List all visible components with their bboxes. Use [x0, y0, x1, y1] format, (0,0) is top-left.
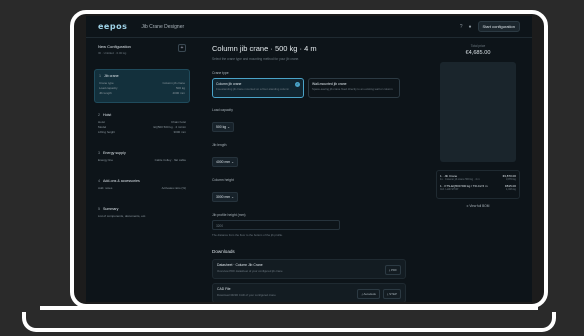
step-number: 2: [98, 113, 100, 117]
check-icon: ✓: [295, 82, 300, 87]
step-number: 5: [98, 207, 100, 211]
summary-panel: Total price €4,685.00 1 · Jib Crane €3,87…: [430, 44, 526, 254]
chevron-down-icon: ⌄: [227, 125, 230, 129]
account-icon[interactable]: ●: [469, 24, 472, 30]
jib-length-label: Jib length: [212, 143, 227, 147]
sidebar-step-energy-supply[interactable]: 3 Energy supply Energy line Cable trolley …: [94, 147, 190, 169]
sidebar-step-jib-crane[interactable]: 1 Jib crane Crane type Column jib crane Lo…: [94, 69, 190, 103]
column-height-label: Column height: [212, 178, 234, 182]
download-autodesk-button[interactable]: ⤓ Autodesk: [357, 289, 380, 299]
select-value: 500 kg: [216, 125, 227, 129]
app-screen: eepos Jib Crane Designer ? ● Start confi…: [86, 16, 532, 302]
total-price: €4,685.00: [465, 50, 491, 56]
select-value: 3000 mm: [216, 195, 231, 199]
load-capacity-select[interactable]: 500 kg ⌄: [212, 122, 234, 132]
option-title: Wall-mounted jib crane: [312, 82, 347, 86]
load-capacity-label: Load capacity: [212, 108, 233, 112]
new-configuration-title: New Configuration: [98, 44, 131, 49]
profile-height-input[interactable]: 3200: [212, 220, 340, 230]
crane-3d-preview[interactable]: [440, 62, 516, 162]
column-height-select[interactable]: 3000 mm ⌄: [212, 192, 238, 202]
add-configuration-button[interactable]: +: [178, 44, 186, 52]
downloads-title: Downloads: [212, 249, 235, 254]
download-pdf-button[interactable]: ⤓ PDF: [384, 265, 401, 275]
step-detail-row: Add. notes Activates ratio (%): [98, 186, 186, 190]
step-number: 4: [98, 179, 100, 183]
download-datasheet: Datasheet · Column Jib Crane Overview PD…: [212, 259, 406, 279]
bom-item-detail: Incl. LHD STOP 1,026 kg: [440, 188, 516, 192]
step-detail-row: Jib length 4000 mm: [99, 91, 185, 95]
select-value: 4000 mm: [216, 160, 231, 164]
configuration-sidebar: New Configuration ID · Untitled · 0.00 k…: [94, 44, 190, 294]
step-title: Add-ons & accessories: [103, 179, 140, 183]
laptop-base: [22, 312, 556, 332]
main-panel: Column jib crane · 500 kg · 4 m Select t…: [212, 44, 412, 302]
option-column-jib-crane[interactable]: Column jib crane Freestanding jib crane …: [212, 78, 304, 98]
download-cad: CAD File Download 3D/2D CAD of your conf…: [212, 283, 406, 302]
new-configuration-header: New Configuration ID · Untitled · 0.00 k…: [98, 44, 186, 55]
step-detail-row: Lifting height 3000 mm: [98, 130, 186, 134]
step-title: Hoist: [103, 113, 112, 117]
option-wall-mounted-jib-crane[interactable]: Wall-mounted jib crane Space-saving jib …: [308, 78, 400, 98]
option-title: Column jib crane: [216, 82, 242, 86]
view-full-bom-label: View full BOM: [469, 203, 490, 208]
step-detail-row: Energy line Cable trolley · flat cable: [98, 158, 186, 162]
page-subtitle: Select the crane type and mounting metho…: [212, 57, 300, 61]
step-title: Summary: [103, 207, 119, 211]
profile-height-label: Jib profile height (mm): [212, 213, 246, 217]
chevron-down-icon: ⌄: [231, 160, 234, 164]
total-price-label: Total price: [470, 44, 486, 48]
sidebar-step-addons[interactable]: 4 Add-ons & accessories Add. notes Activat…: [94, 175, 190, 197]
start-configuration-button[interactable]: Start configuration: [477, 21, 520, 32]
jib-length-select[interactable]: 4000 mm ⌄: [212, 157, 238, 167]
top-actions: ? ● Start configuration: [460, 21, 520, 32]
top-bar: eepos Jib Crane Designer ? ● Start confi…: [86, 16, 532, 38]
bom-summary: 1 · Jib Crane €3,870.00 1x · Column jib c…: [436, 170, 520, 199]
app-logo[interactable]: eepos: [98, 22, 127, 31]
step-title: Energy supply: [103, 151, 126, 155]
step-number: 1: [99, 74, 101, 78]
option-description: Freestanding jib crane mounted on a floo…: [216, 87, 290, 91]
step-number: 3: [98, 151, 100, 155]
option-description: Space-saving jib crane fixed directly to…: [312, 87, 393, 91]
step-title: Jib crane: [104, 74, 119, 78]
help-icon[interactable]: ?: [460, 24, 463, 30]
step-detail-row: List of components, documents, etc.: [98, 214, 147, 218]
page-title: Column jib crane · 500 kg · 4 m: [212, 44, 317, 53]
crane-type-label: Crane type: [212, 71, 229, 75]
app-title: Jib Crane Designer: [141, 23, 185, 30]
new-configuration-subtitle: ID · Untitled · 0.00 kg: [98, 51, 127, 55]
bom-item-detail: 1x · Column jib crane 500 kg · 4 m 3,870 …: [440, 178, 516, 181]
download-description: Overview PDF datasheet of your configure…: [217, 269, 283, 273]
profile-height-help: The distance from the floor to the botto…: [212, 233, 283, 237]
sidebar-step-summary[interactable]: 5 Summary List of components, documents, …: [94, 203, 190, 225]
chevron-down-icon: ⌄: [231, 195, 234, 199]
crane-type-options: Column jib crane Freestanding jib crane …: [212, 78, 412, 98]
download-title: Datasheet · Column Jib Crane: [217, 263, 263, 267]
view-full-bom-link[interactable]: ≡ View full BOM: [430, 204, 526, 208]
sidebar-step-hoist[interactable]: 2 Hoist Hoist Chain hoist Model EQ500 500 k…: [94, 109, 190, 141]
download-step-button[interactable]: ⤓ STEP: [382, 289, 401, 299]
